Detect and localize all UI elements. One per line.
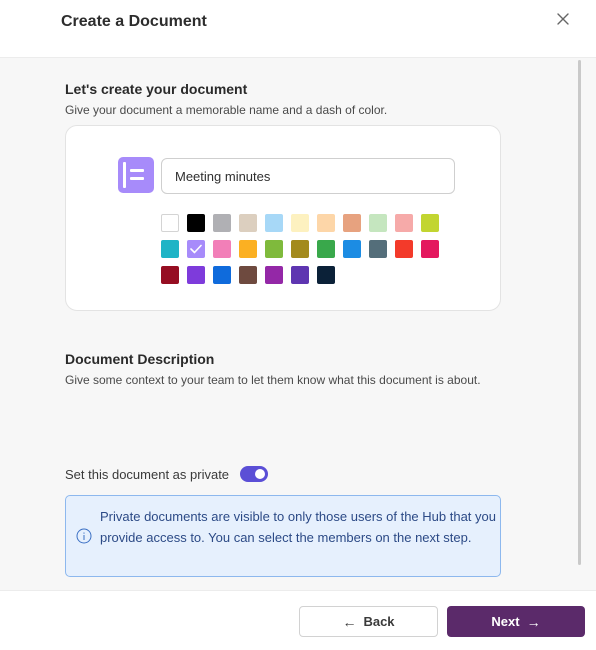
dialog-header: Create a Document	[0, 0, 596, 58]
close-icon[interactable]	[552, 8, 574, 30]
color-swatch[interactable]	[421, 214, 439, 232]
back-button-label: Back	[363, 614, 395, 629]
color-swatch[interactable]	[343, 240, 361, 258]
arrow-right-icon: →	[526, 613, 541, 630]
color-swatch[interactable]	[187, 266, 205, 284]
dialog-body: Let's create your document Give your doc…	[0, 58, 596, 590]
document-icon	[118, 157, 154, 193]
private-toggle[interactable]	[240, 466, 269, 482]
create-subtitle: Give your document a memorable name and …	[65, 103, 388, 117]
color-swatch[interactable]	[239, 266, 257, 284]
check-icon	[190, 244, 202, 254]
description-text: Give some context to your team to let th…	[65, 373, 481, 387]
color-swatch[interactable]	[395, 240, 413, 258]
color-swatch-selected[interactable]	[187, 240, 205, 258]
private-info-box: Private documents are visible to only th…	[65, 495, 501, 577]
color-swatch[interactable]	[213, 214, 231, 232]
description-heading: Document Description	[65, 351, 215, 367]
color-swatch[interactable]	[161, 214, 179, 232]
color-swatch[interactable]	[317, 266, 335, 284]
color-swatch[interactable]	[265, 266, 283, 284]
color-swatch[interactable]	[395, 214, 413, 232]
color-swatch[interactable]	[291, 240, 309, 258]
color-swatch[interactable]	[161, 240, 179, 258]
create-heading: Let's create your document	[65, 81, 248, 97]
color-swatch[interactable]	[369, 240, 387, 258]
arrow-left-icon: ←	[342, 613, 357, 630]
color-swatch[interactable]	[421, 240, 439, 258]
dialog-title: Create a Document	[61, 13, 207, 30]
next-button-label: Next	[491, 614, 520, 629]
info-icon	[76, 528, 92, 544]
color-swatch[interactable]	[265, 214, 283, 232]
color-swatch[interactable]	[291, 214, 309, 232]
color-swatch[interactable]	[239, 214, 257, 232]
scrollbar[interactable]	[578, 60, 581, 565]
back-button[interactable]: ← Back	[299, 606, 438, 637]
color-swatch[interactable]	[265, 240, 283, 258]
document-card	[65, 125, 501, 311]
document-name-input[interactable]	[161, 158, 455, 194]
color-swatch[interactable]	[213, 240, 231, 258]
color-swatch[interactable]	[239, 240, 257, 258]
color-swatch[interactable]	[187, 214, 205, 232]
color-swatch[interactable]	[291, 266, 309, 284]
color-swatch[interactable]	[213, 266, 231, 284]
next-button[interactable]: Next →	[447, 606, 585, 637]
dialog-footer: ← Back Next →	[0, 590, 596, 650]
color-swatch[interactable]	[343, 214, 361, 232]
color-swatch[interactable]	[317, 240, 335, 258]
color-swatch[interactable]	[369, 214, 387, 232]
color-swatch[interactable]	[317, 214, 335, 232]
private-toggle-label: Set this document as private	[65, 466, 230, 482]
private-toggle-row: Set this document as private	[65, 464, 269, 484]
color-swatch[interactable]	[161, 266, 179, 284]
private-info-text: Private documents are visible to only th…	[100, 509, 496, 545]
